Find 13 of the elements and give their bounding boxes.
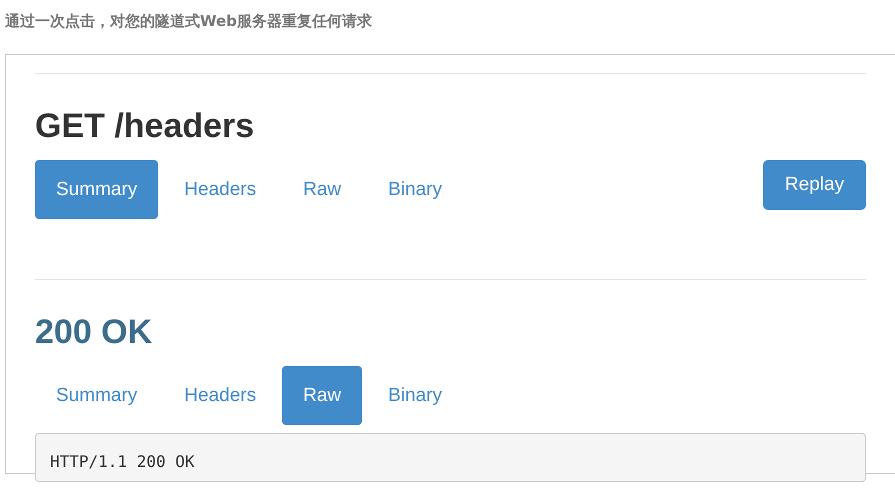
request-tab[interactable]: Headers	[163, 160, 278, 219]
replay-button[interactable]: Replay	[763, 160, 866, 210]
request-tab[interactable]: Summary	[35, 160, 158, 219]
response-tab[interactable]: Headers	[163, 366, 278, 425]
response-tab[interactable]: Summary	[35, 366, 158, 425]
response-status: 200 OK	[35, 312, 154, 352]
raw-response-line: HTTP/1.1 200 OK	[50, 452, 196, 471]
request-tab[interactable]: Binary	[367, 160, 463, 219]
request-title: GET /headers	[35, 106, 256, 146]
request-tab[interactable]: Raw	[282, 160, 362, 219]
response-tab[interactable]: Binary	[367, 366, 463, 425]
caption-text: 通过一次点击，对您的隧道式Web服务器重复任何请求	[4, 11, 373, 32]
response-tab[interactable]: Raw	[282, 366, 362, 425]
